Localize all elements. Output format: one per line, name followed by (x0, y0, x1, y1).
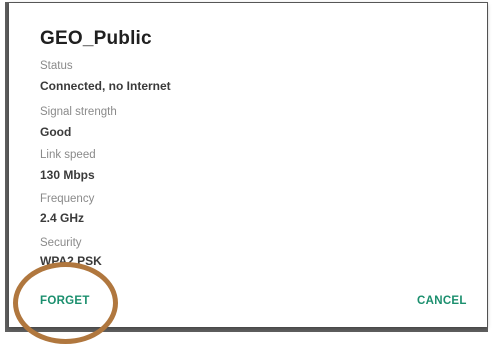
status-value: Connected, no Internet (40, 79, 171, 93)
security-label: Security (40, 237, 82, 249)
frequency-value: 2.4 GHz (40, 211, 85, 225)
signal-strength-label: Signal strength (40, 106, 117, 118)
link-speed-value: 130 Mbps (40, 168, 95, 182)
cancel-button[interactable]: CANCEL (417, 295, 467, 307)
signal-strength-value: Good (40, 125, 72, 139)
security-value: WPA2 PSK (40, 254, 102, 268)
forget-button[interactable]: FORGET (40, 295, 90, 307)
status-label: Status (40, 60, 73, 72)
wifi-network-details-dialog: GEO_Public Status Connected, no Internet… (9, 3, 487, 327)
network-name-title: GEO_Public (40, 28, 152, 49)
frequency-label: Frequency (40, 193, 95, 205)
link-speed-label: Link speed (40, 149, 96, 161)
